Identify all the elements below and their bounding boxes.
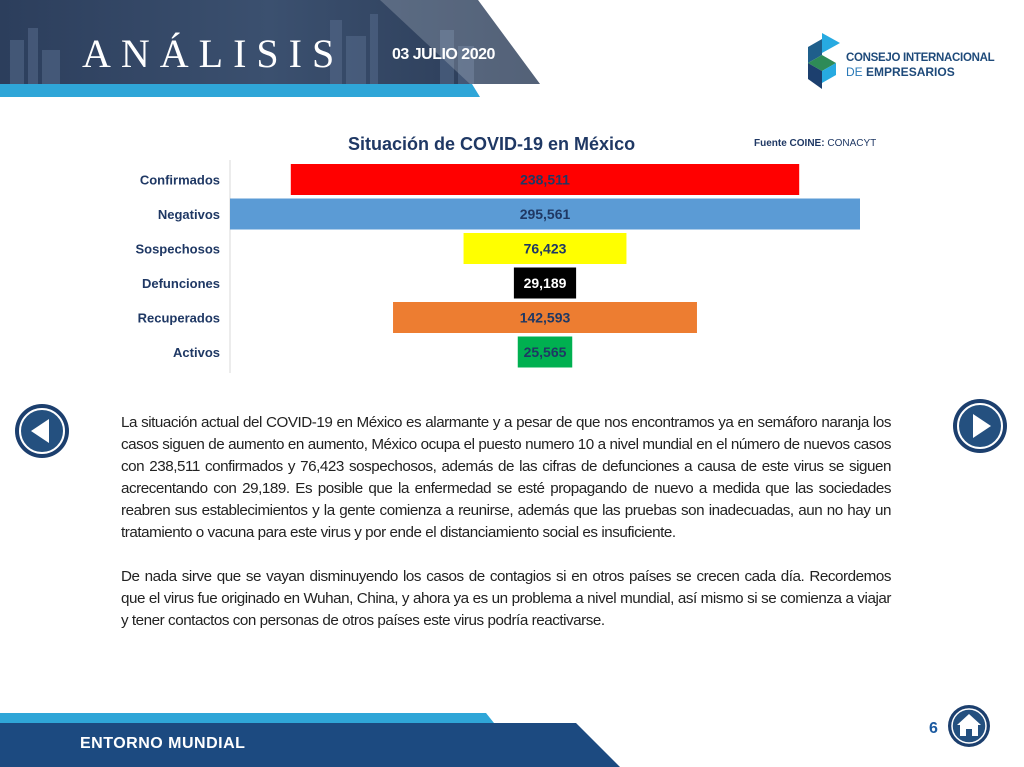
logo-text-line1: CONSEJO INTERNACIONAL [846, 52, 995, 64]
logo-text-line2: DE EMPRESARIOS [846, 65, 955, 79]
next-page-button[interactable] [951, 397, 1009, 455]
paragraph-2: De nada sirve que se vayan disminuyendo … [121, 568, 891, 629]
value-label-recuperados: 142,593 [520, 310, 571, 326]
page-title: ANÁLISIS [82, 31, 345, 76]
home-button[interactable] [947, 704, 991, 748]
footer-section-label: ENTORNO MUNDIAL [80, 735, 246, 752]
chart-title: Situación de COVID-19 en México [348, 134, 636, 154]
category-label-activos: Activos [173, 345, 220, 360]
page-number: 6 [929, 720, 938, 737]
category-label-negativos: Negativos [158, 207, 220, 222]
value-label-sospechosos: 76,423 [524, 241, 567, 257]
value-label-negativos: 295,561 [520, 206, 571, 222]
category-label-confirmados: Confirmados [140, 173, 220, 188]
prev-page-button[interactable] [13, 402, 71, 460]
company-logo: CONSEJO INTERNACIONAL DE EMPRESARIOS [806, 33, 995, 93]
coine-logo-icon [808, 33, 840, 89]
value-label-defunciones: 29,189 [524, 275, 567, 291]
value-label-confirmados: 238,511 [520, 172, 570, 188]
category-label-defunciones: Defunciones [142, 276, 220, 291]
chart-source: Fuente COINE: CONACYT [754, 138, 877, 149]
analysis-text: La situación actual del COVID-19 en Méxi… [121, 412, 891, 654]
value-label-activos: 25,565 [524, 344, 567, 360]
covid-bar-chart: Confirmados 238,511 Negativos 295,561 Sospec… [135, 160, 860, 373]
category-label-recuperados: Recuperados [138, 311, 220, 326]
category-label-sospechosos: Sospechosos [135, 242, 220, 257]
paragraph-1: La situación actual del COVID-19 en Méxi… [121, 414, 891, 541]
report-date: 03 JULIO 2020 [392, 46, 495, 63]
